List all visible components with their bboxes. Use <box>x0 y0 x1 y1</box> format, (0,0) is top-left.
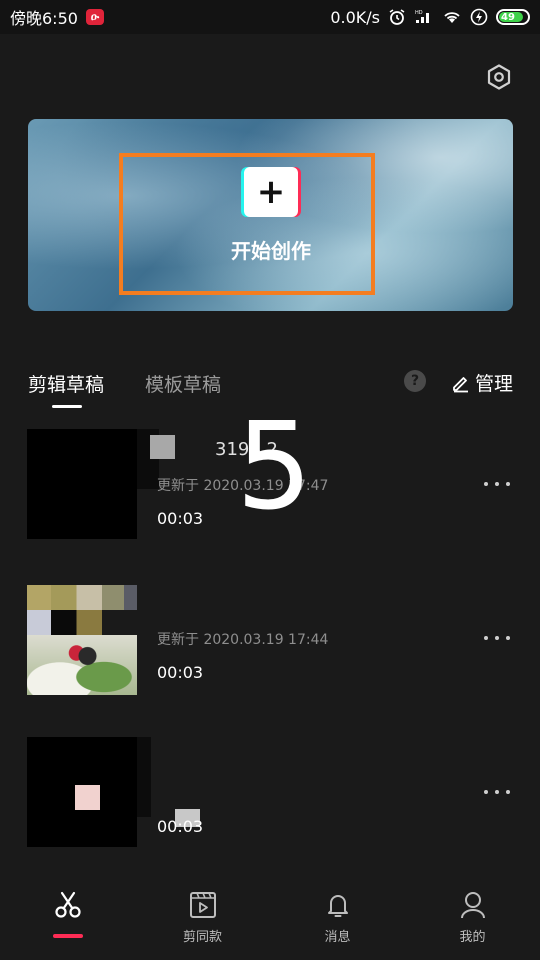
nav-label: 消息 <box>324 930 351 945</box>
draft-updated-time: 更新于 2020.03.19 17:44 <box>157 632 329 648</box>
start-creating-button[interactable]: + 开始创作 <box>226 167 316 267</box>
charging-icon <box>470 8 488 26</box>
template-play-icon <box>189 892 216 918</box>
manage-label: 管理 <box>475 373 514 395</box>
draft-thumbnail <box>27 585 137 695</box>
alarm-icon <box>388 8 406 26</box>
settings-button[interactable] <box>484 62 514 92</box>
tab-edit-drafts[interactable]: 剪辑草稿 <box>28 370 104 397</box>
nav-profile[interactable]: 我的 <box>405 870 540 960</box>
bottom-navigation: 剪同款 消息 我的 <box>0 870 540 960</box>
plus-icon: + <box>244 167 298 217</box>
draft-duration: 00:03 <box>157 817 204 836</box>
wifi-icon <box>442 9 462 25</box>
more-options-button[interactable] <box>484 784 510 800</box>
nav-label: 我的 <box>459 930 486 945</box>
more-options-button[interactable] <box>484 630 510 646</box>
svg-text:HD: HD <box>415 10 423 16</box>
nav-label: 剪同款 <box>182 930 222 945</box>
step-number-overlay: 5 <box>236 398 313 537</box>
battery-level: 49 <box>501 11 515 23</box>
scissors-icon <box>54 891 81 918</box>
start-creating-label: 开始创作 <box>231 239 311 263</box>
draft-thumbnail <box>27 429 137 539</box>
user-icon <box>460 892 485 919</box>
nav-templates[interactable]: 剪同款 <box>135 870 270 960</box>
battery-indicator: 49 <box>496 9 530 25</box>
help-icon[interactable]: ? <box>404 370 426 392</box>
draft-thumbnail <box>27 737 137 847</box>
edit-icon <box>453 376 468 392</box>
bell-icon <box>327 895 348 917</box>
nav-active-indicator <box>52 934 83 938</box>
hexagon-settings-icon <box>487 64 511 90</box>
status-bar: 傍晚6:50 ዑ 0.0K/s HD 49 <box>0 0 540 34</box>
draft-item[interactable]: 00:03 <box>0 737 540 853</box>
signal-hd-icon: HD <box>414 9 434 25</box>
nav-edit[interactable] <box>0 870 135 960</box>
draft-duration: 00:03 <box>157 663 204 682</box>
draft-duration: 00:03 <box>157 509 204 528</box>
nav-messages[interactable]: 消息 <box>270 870 405 960</box>
tab-active-indicator <box>52 405 82 408</box>
network-speed: 0.0K/s <box>330 7 380 27</box>
draft-item[interactable]: 更新于 2020.03.19 17:44 00:03 <box>0 583 540 699</box>
tab-template-drafts[interactable]: 模板草稿 <box>145 370 221 397</box>
app-notification-icon: ዑ <box>85 9 104 25</box>
more-options-button[interactable] <box>484 476 510 492</box>
status-time: 傍晚6:50 <box>10 9 78 28</box>
manage-button[interactable]: 管理 <box>451 369 513 396</box>
